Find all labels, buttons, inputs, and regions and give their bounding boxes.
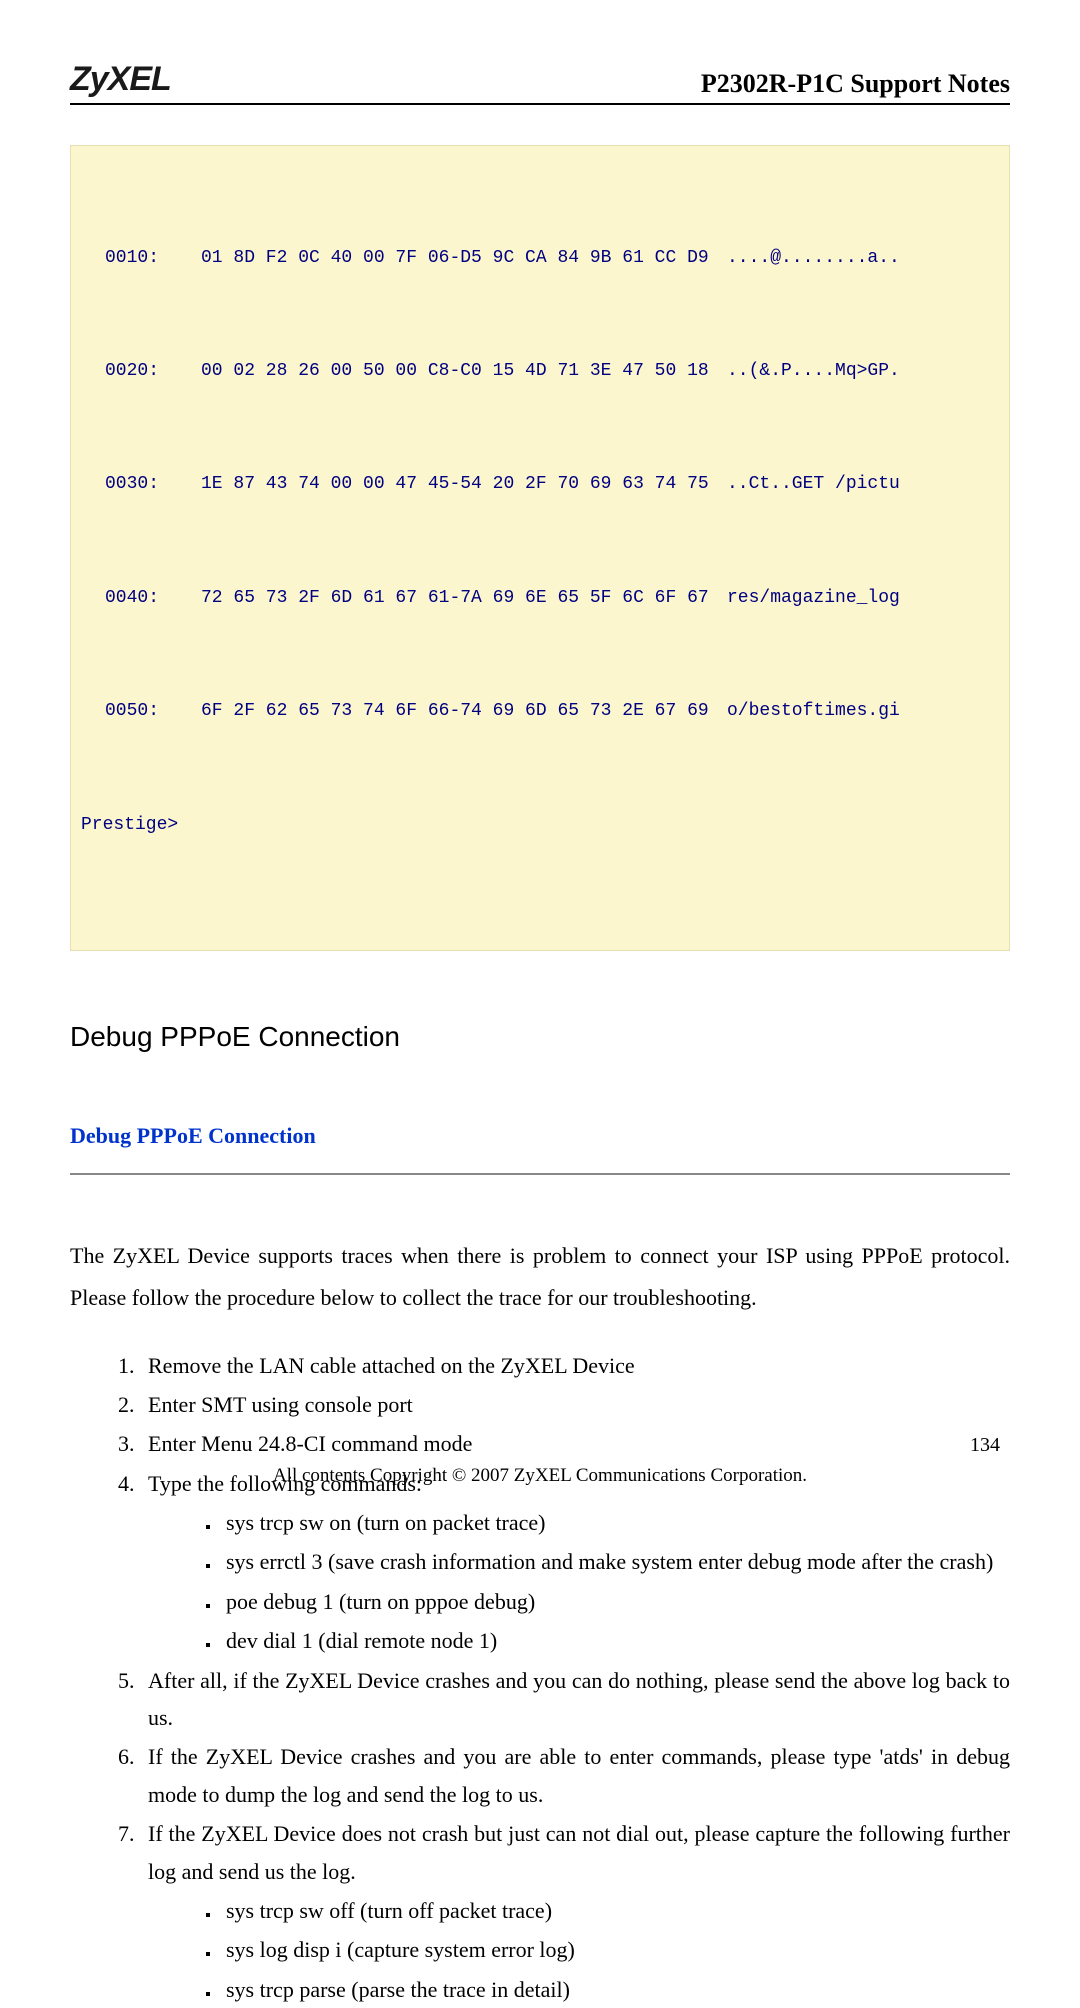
copyright: All contents Copyright © 2007 ZyXEL Comm… [0, 1465, 1080, 1487]
list-item-text: If the ZyXEL Device does not crash but j… [148, 1821, 1010, 1883]
intro-paragraph: The ZyXEL Device supports traces when th… [70, 1235, 1010, 1319]
hex-ascii: ....@........a.. [721, 240, 999, 278]
hex-offset: 0020: [81, 353, 201, 391]
hex-ascii: res/magazine_log [721, 580, 999, 618]
list-item: Enter Menu 24.8-CI command mode [140, 1425, 1010, 1462]
hex-row: 0040: 72 65 73 2F 6D 61 67 61-7A 69 6E 6… [81, 580, 999, 618]
commands-sublist: sys trcp sw on (turn on packet trace) sy… [148, 1504, 1010, 1660]
hex-bytes: 1E 87 43 74 00 00 47 45-54 20 2F 70 69 6… [201, 466, 721, 504]
hex-bytes: 6F 2F 62 65 73 74 6F 66-74 69 6D 65 73 2… [201, 693, 721, 731]
hex-row: 0010: 01 8D F2 0C 40 00 7F 06-D5 9C CA 8… [81, 240, 999, 278]
document-title: P2302R-P1C Support Notes [701, 69, 1010, 99]
list-item: poe debug 1 (turn on pppoe debug) [220, 1583, 1010, 1620]
list-item: sys trcp sw off (turn off packet trace) [220, 1892, 1010, 1929]
list-item: Remove the LAN cable attached on the ZyX… [140, 1347, 1010, 1384]
hex-ascii: ..(&.P....Mq>GP. [721, 353, 999, 391]
hex-ascii: ..Ct..GET /pictu [721, 466, 999, 504]
subsection-link[interactable]: Debug PPPoE Connection [70, 1123, 1010, 1149]
hex-row: 0050: 6F 2F 62 65 73 74 6F 66-74 69 6D 6… [81, 693, 999, 731]
hex-offset: 0040: [81, 580, 201, 618]
list-item: sys trcp sw on (turn on packet trace) [220, 1504, 1010, 1541]
hex-offset: 0030: [81, 466, 201, 504]
list-item: sys errctl 3 (save crash information and… [220, 1543, 1010, 1580]
commands-sublist: sys trcp sw off (turn off packet trace) … [148, 1892, 1010, 2008]
logo: ZyXEL [70, 60, 171, 99]
list-item: Type the following commands: sys trcp sw… [140, 1465, 1010, 1660]
hex-dump-block: 0010: 01 8D F2 0C 40 00 7F 06-D5 9C CA 8… [70, 145, 1010, 951]
list-item: If the ZyXEL Device does not crash but j… [140, 1815, 1010, 2008]
hex-bytes: 00 02 28 26 00 50 00 C8-C0 15 4D 71 3E 4… [201, 353, 721, 391]
section-heading: Debug PPPoE Connection [70, 1021, 1010, 1053]
list-item: dev dial 1 (dial remote node 1) [220, 1622, 1010, 1659]
hex-row: 0020: 00 02 28 26 00 50 00 C8-C0 15 4D 7… [81, 353, 999, 391]
hex-bytes: 01 8D F2 0C 40 00 7F 06-D5 9C CA 84 9B 6… [201, 240, 721, 278]
hex-bytes: 72 65 73 2F 6D 61 67 61-7A 69 6E 65 5F 6… [201, 580, 721, 618]
cli-prompt: Prestige> [81, 807, 999, 845]
list-item: After all, if the ZyXEL Device crashes a… [140, 1662, 1010, 1737]
hex-ascii: o/bestoftimes.gi [721, 693, 999, 731]
list-item: Enter SMT using console port [140, 1386, 1010, 1423]
hex-offset: 0010: [81, 240, 201, 278]
hex-row: 0030: 1E 87 43 74 00 00 47 45-54 20 2F 7… [81, 466, 999, 504]
hex-offset: 0050: [81, 693, 201, 731]
list-item: sys log disp i (capture system error log… [220, 1931, 1010, 1968]
page-number: 134 [970, 1434, 1000, 1457]
steps-ordered-list: Remove the LAN cable attached on the ZyX… [70, 1347, 1010, 2008]
page-header: ZyXEL P2302R-P1C Support Notes [70, 60, 1010, 105]
separator [70, 1173, 1010, 1175]
page: ZyXEL P2302R-P1C Support Notes 0010: 01 … [0, 0, 1080, 1527]
list-item: sys trcp parse (parse the trace in detai… [220, 1971, 1010, 2008]
list-item: If the ZyXEL Device crashes and you are … [140, 1738, 1010, 1813]
